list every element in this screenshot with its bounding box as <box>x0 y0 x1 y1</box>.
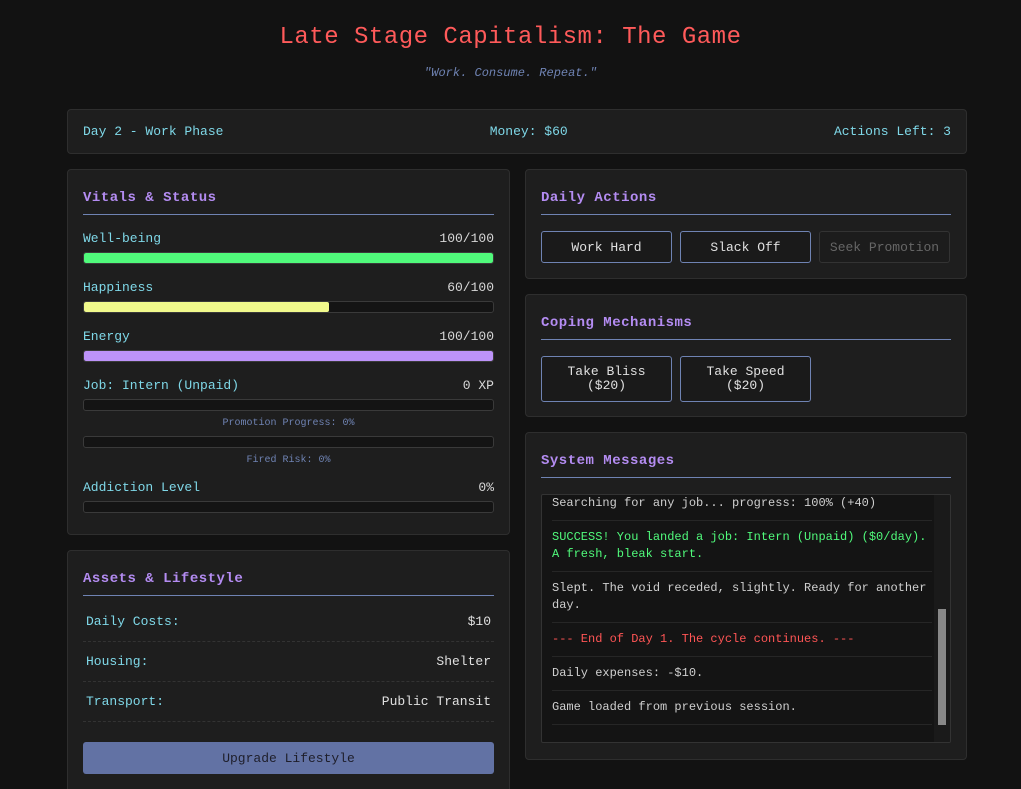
daily-actions-panel: Daily Actions Work Hard Slack Off Seek P… <box>525 169 967 279</box>
wellbeing-value: 100/100 <box>439 231 494 246</box>
message-scrollbar[interactable] <box>934 495 950 742</box>
message-item: Searching for any job... progress: 100% … <box>552 495 932 521</box>
take-speed-button[interactable]: Take Speed ($20) <box>680 356 811 402</box>
take-bliss-button[interactable]: Take Bliss ($20) <box>541 356 672 402</box>
energy-label: Energy <box>83 329 130 344</box>
take-speed-price: ($20) <box>725 378 765 393</box>
page-subtitle: "Work. Consume. Repeat." <box>424 66 597 80</box>
take-bliss-label: Take Bliss <box>567 364 646 379</box>
promotion-progress-note: Promotion Progress: 0% <box>222 418 355 429</box>
coping-buttons: Take Bliss ($20) Take Speed ($20) <box>541 356 951 402</box>
happiness-row: Happiness 60/100 <box>83 280 494 295</box>
energy-value: 100/100 <box>439 329 494 344</box>
money-indicator: Money: $60 <box>489 124 568 139</box>
day-indicator: Day 2 - Work Phase <box>83 124 224 139</box>
message-item: SUCCESS! You landed a job: Intern (Unpai… <box>552 521 932 572</box>
vitals-title: Vitals & Status <box>83 190 494 215</box>
addiction-label: Addiction Level <box>83 480 201 495</box>
wellbeing-row: Well-being 100/100 <box>83 231 494 246</box>
daily-costs-label: Daily Costs: <box>86 614 180 629</box>
message-item: --- End of Day 1. The cycle continues. -… <box>552 623 932 657</box>
actions-left-indicator: Actions Left: 3 <box>833 124 951 139</box>
job-xp-value: 0 XP <box>462 378 494 393</box>
status-bar: Day 2 - Work Phase Money: $60 Actions Le… <box>67 109 967 154</box>
transport-label: Transport: <box>86 694 165 709</box>
addiction-bar <box>83 501 494 513</box>
system-messages-panel: System Messages Searching for any job...… <box>525 432 967 760</box>
assets-title: Assets & Lifestyle <box>83 571 494 596</box>
fired-risk-note: Fired Risk: 0% <box>246 455 331 466</box>
housing-value: Shelter <box>436 654 491 669</box>
message-scrollbar-thumb[interactable] <box>938 609 946 725</box>
transport-value: Public Transit <box>381 694 491 709</box>
daily-costs-value: $10 <box>467 614 491 629</box>
housing-row: Housing: Shelter <box>83 642 494 682</box>
take-bliss-price: ($20) <box>586 378 626 393</box>
addiction-value: 0% <box>478 480 494 495</box>
promotion-bar <box>83 399 494 411</box>
seek-promotion-button[interactable]: Seek Promotion <box>819 231 950 263</box>
page-title: Late Stage Capitalism: The Game <box>279 24 742 51</box>
wellbeing-label: Well-being <box>83 231 162 246</box>
energy-bar-fill <box>84 351 493 361</box>
energy-row: Energy 100/100 <box>83 329 494 344</box>
fired-risk-bar <box>83 436 494 448</box>
message-item: Slept. The void receded, slightly. Ready… <box>552 572 932 623</box>
assets-panel: Assets & Lifestyle Daily Costs: $10 Hous… <box>67 550 510 789</box>
housing-label: Housing: <box>86 654 149 669</box>
wellbeing-bar-fill <box>84 253 493 263</box>
message-item: Game loaded from previous session. <box>552 691 932 725</box>
daily-actions-buttons: Work Hard Slack Off Seek Promotion <box>541 231 951 263</box>
upgrade-lifestyle-button[interactable]: Upgrade Lifestyle <box>83 742 494 774</box>
job-label: Job: Intern (Unpaid) <box>83 378 240 393</box>
happiness-value: 60/100 <box>447 280 494 295</box>
message-log[interactable]: Searching for any job... progress: 100% … <box>541 494 951 743</box>
coping-title: Coping Mechanisms <box>541 315 951 340</box>
transport-row: Transport: Public Transit <box>83 682 494 722</box>
assets-list: Daily Costs: $10 Housing: Shelter Transp… <box>83 602 494 722</box>
message-list: Searching for any job... progress: 100% … <box>542 495 932 725</box>
energy-bar <box>83 350 494 362</box>
take-speed-label: Take Speed <box>706 364 785 379</box>
message-item: Daily expenses: -$10. <box>552 657 932 691</box>
happiness-bar <box>83 301 494 313</box>
coping-panel: Coping Mechanisms Take Bliss ($20) Take … <box>525 294 967 417</box>
slack-off-button[interactable]: Slack Off <box>680 231 811 263</box>
happiness-label: Happiness <box>83 280 154 295</box>
addiction-row: Addiction Level 0% <box>83 480 494 495</box>
vitals-panel: Vitals & Status Well-being 100/100 Happi… <box>67 169 510 535</box>
happiness-bar-fill <box>84 302 330 312</box>
daily-costs-row: Daily Costs: $10 <box>83 602 494 642</box>
system-messages-title: System Messages <box>541 453 951 478</box>
work-hard-button[interactable]: Work Hard <box>541 231 672 263</box>
daily-actions-title: Daily Actions <box>541 190 951 215</box>
job-row: Job: Intern (Unpaid) 0 XP <box>83 378 494 393</box>
wellbeing-bar <box>83 252 494 264</box>
